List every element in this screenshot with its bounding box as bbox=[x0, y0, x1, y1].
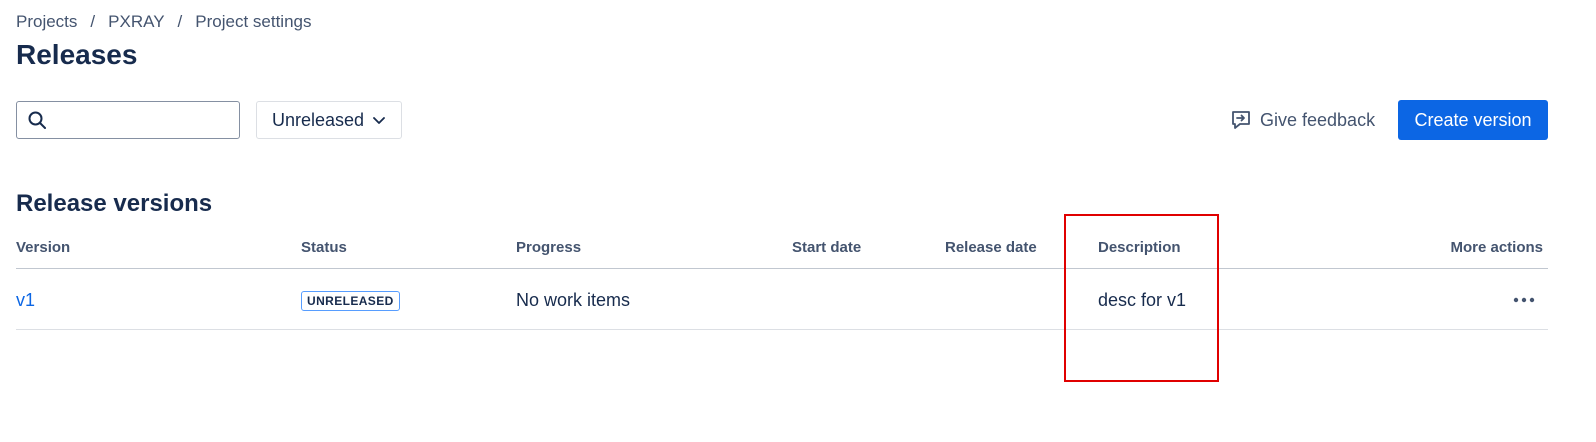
table-header-divider bbox=[16, 268, 1548, 269]
search-input[interactable] bbox=[55, 110, 229, 130]
description-cell[interactable]: desc for v1 bbox=[1098, 289, 1186, 311]
breadcrumb: Projects / PXRAY / Project settings bbox=[16, 12, 312, 32]
column-header-version[interactable]: Version bbox=[16, 238, 70, 258]
breadcrumb-separator: / bbox=[90, 12, 96, 31]
search-box[interactable] bbox=[16, 101, 240, 139]
version-link[interactable]: v1 bbox=[16, 289, 35, 311]
page-title: Releases bbox=[16, 39, 138, 70]
column-header-description[interactable]: Description bbox=[1098, 238, 1181, 258]
status-filter-value: Unreleased bbox=[271, 109, 365, 130]
give-feedback-label: Give feedback bbox=[1260, 109, 1376, 130]
section-title: Release versions bbox=[16, 190, 213, 217]
column-header-progress[interactable]: Progress bbox=[516, 238, 581, 258]
create-version-button[interactable]: Create version bbox=[1398, 100, 1548, 140]
breadcrumb-project[interactable]: PXRAY bbox=[108, 12, 164, 32]
column-header-status[interactable]: Status bbox=[301, 238, 347, 258]
column-header-more-actions: More actions bbox=[1450, 239, 1543, 256]
column-header-release-date[interactable]: Release date bbox=[945, 238, 1037, 258]
more-actions-button[interactable] bbox=[1508, 287, 1540, 313]
table-row-divider bbox=[16, 329, 1548, 330]
breadcrumb-projects[interactable]: Projects bbox=[16, 12, 77, 32]
breadcrumb-separator: / bbox=[177, 12, 183, 31]
feedback-icon bbox=[1230, 109, 1252, 131]
breadcrumb-project-settings[interactable]: Project settings bbox=[195, 12, 311, 32]
progress-cell: No work items bbox=[516, 290, 631, 310]
status-filter-dropdown[interactable]: Unreleased bbox=[256, 101, 402, 139]
column-header-start-date[interactable]: Start date bbox=[792, 238, 861, 258]
give-feedback-button[interactable]: Give feedback bbox=[1230, 104, 1375, 136]
more-actions-icon bbox=[1512, 296, 1536, 304]
status-badge: UNRELEASED bbox=[301, 291, 400, 311]
chevron-down-icon bbox=[372, 113, 386, 127]
search-icon bbox=[27, 110, 47, 130]
